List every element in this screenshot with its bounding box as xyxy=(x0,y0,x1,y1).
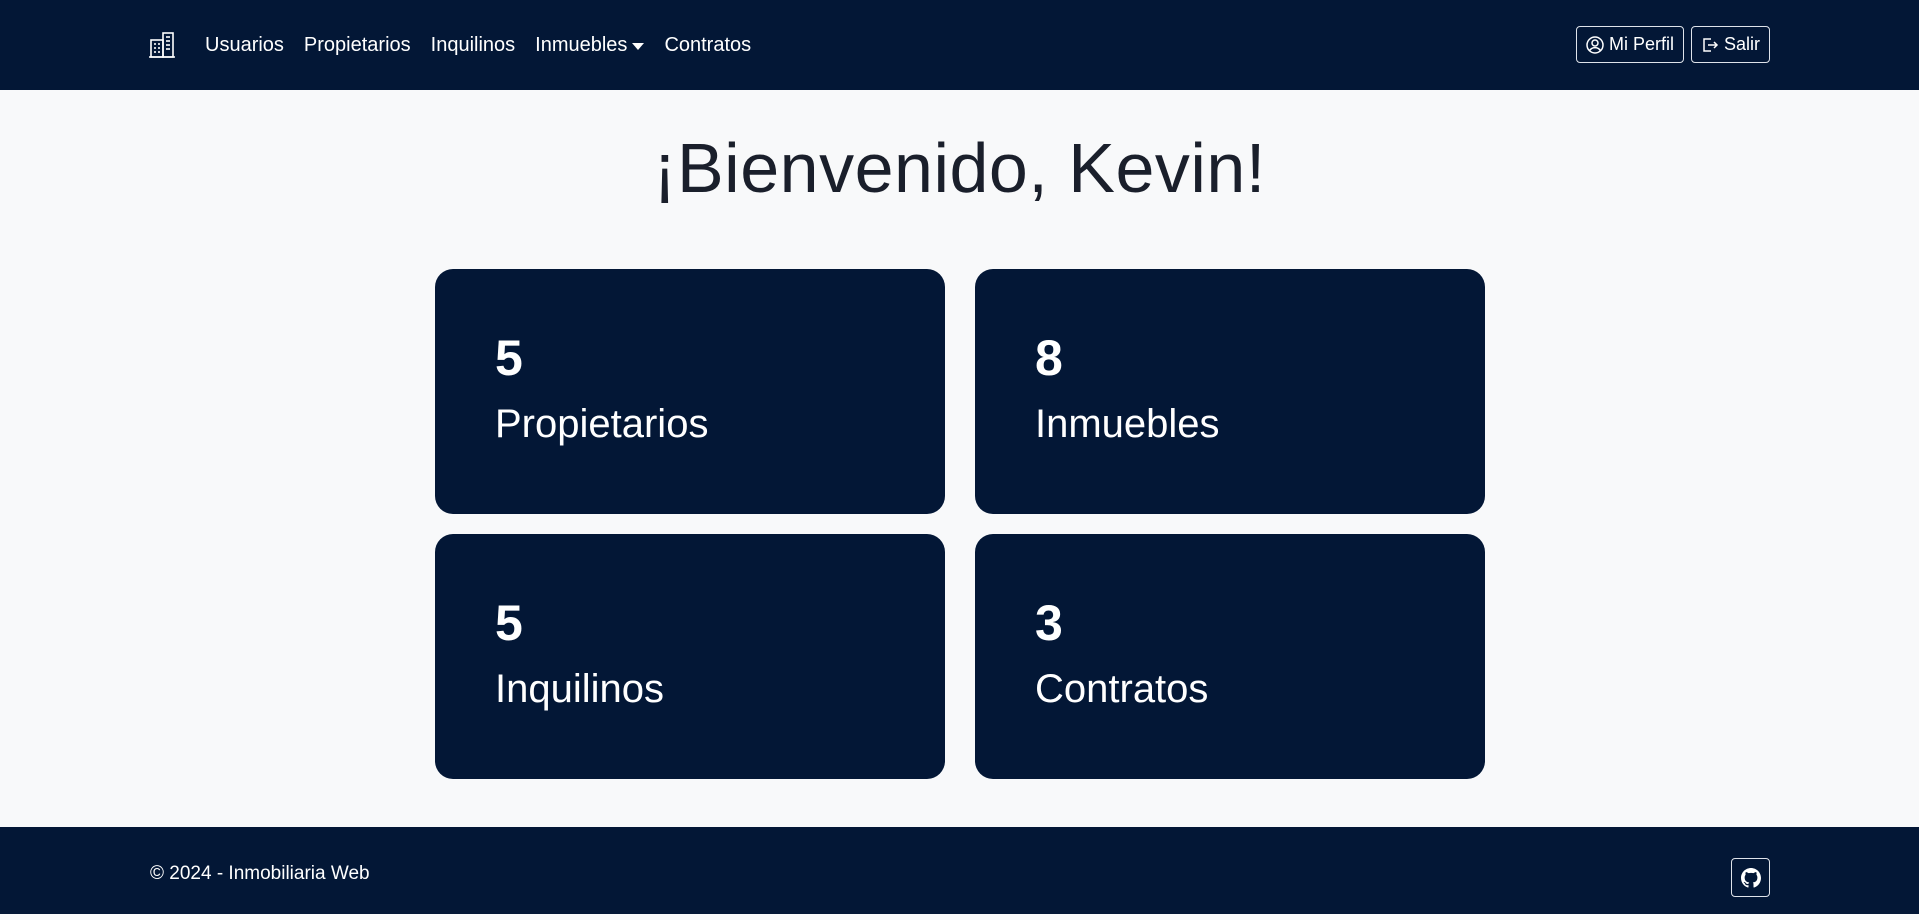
nav-link-label: Usuarios xyxy=(205,33,284,56)
card-inquilinos[interactable]: 5 Inquilinos xyxy=(435,534,945,779)
logout-button-label: Salir xyxy=(1723,34,1760,54)
copyright-text: © 2024 - Inmobiliaria Web xyxy=(150,862,370,884)
card-count: 3 xyxy=(1035,595,1063,651)
welcome-heading: ¡Bienvenido, Kevin! xyxy=(653,129,1266,207)
nav-link-label: Propietarios xyxy=(303,33,411,56)
profile-button[interactable]: Mi Perfil xyxy=(1575,26,1684,63)
card-contratos[interactable]: 3 Contratos xyxy=(975,534,1485,779)
card-label: Contratos xyxy=(1035,667,1209,711)
card-label: Propietarios xyxy=(495,402,709,446)
nav-link-propietarios[interactable]: Propietarios xyxy=(304,34,411,57)
nav-actions: Mi Perfil Salir xyxy=(1575,26,1770,63)
github-icon xyxy=(1740,867,1761,888)
card-propietarios[interactable]: 5 Propietarios xyxy=(435,269,945,514)
nav-link-contratos[interactable]: Contratos xyxy=(664,34,751,57)
nav-link-label: Inmuebles xyxy=(535,33,628,56)
nav-link-label: Inquilinos xyxy=(430,33,516,56)
profile-button-label: Mi Perfil xyxy=(1608,34,1674,54)
nav-dropdown-inmuebles[interactable]: Inmuebles xyxy=(535,33,645,57)
logout-icon xyxy=(1703,37,1719,52)
github-button[interactable] xyxy=(1731,858,1770,897)
main-nav: Usuarios Propietarios Inquilinos Inmuebl… xyxy=(205,0,771,90)
nav-link-label: Contratos xyxy=(664,33,752,56)
card-inmuebles[interactable]: 8 Inmuebles xyxy=(975,269,1485,514)
logout-button[interactable]: Salir xyxy=(1690,26,1770,63)
card-count: 5 xyxy=(495,595,523,651)
page-footer: © 2024 - Inmobiliaria Web xyxy=(0,827,1919,914)
user-circle-icon xyxy=(1586,35,1604,54)
top-navbar: Usuarios Propietarios Inquilinos Inmuebl… xyxy=(0,0,1919,90)
nav-link-usuarios[interactable]: Usuarios xyxy=(205,34,284,57)
card-label: Inmuebles xyxy=(1035,402,1220,446)
nav-link-inquilinos[interactable]: Inquilinos xyxy=(431,34,516,57)
caret-down-icon xyxy=(632,42,645,50)
card-label: Inquilinos xyxy=(495,667,665,711)
card-count: 5 xyxy=(495,330,523,386)
building-icon[interactable] xyxy=(148,31,176,59)
card-count: 8 xyxy=(1035,330,1063,386)
